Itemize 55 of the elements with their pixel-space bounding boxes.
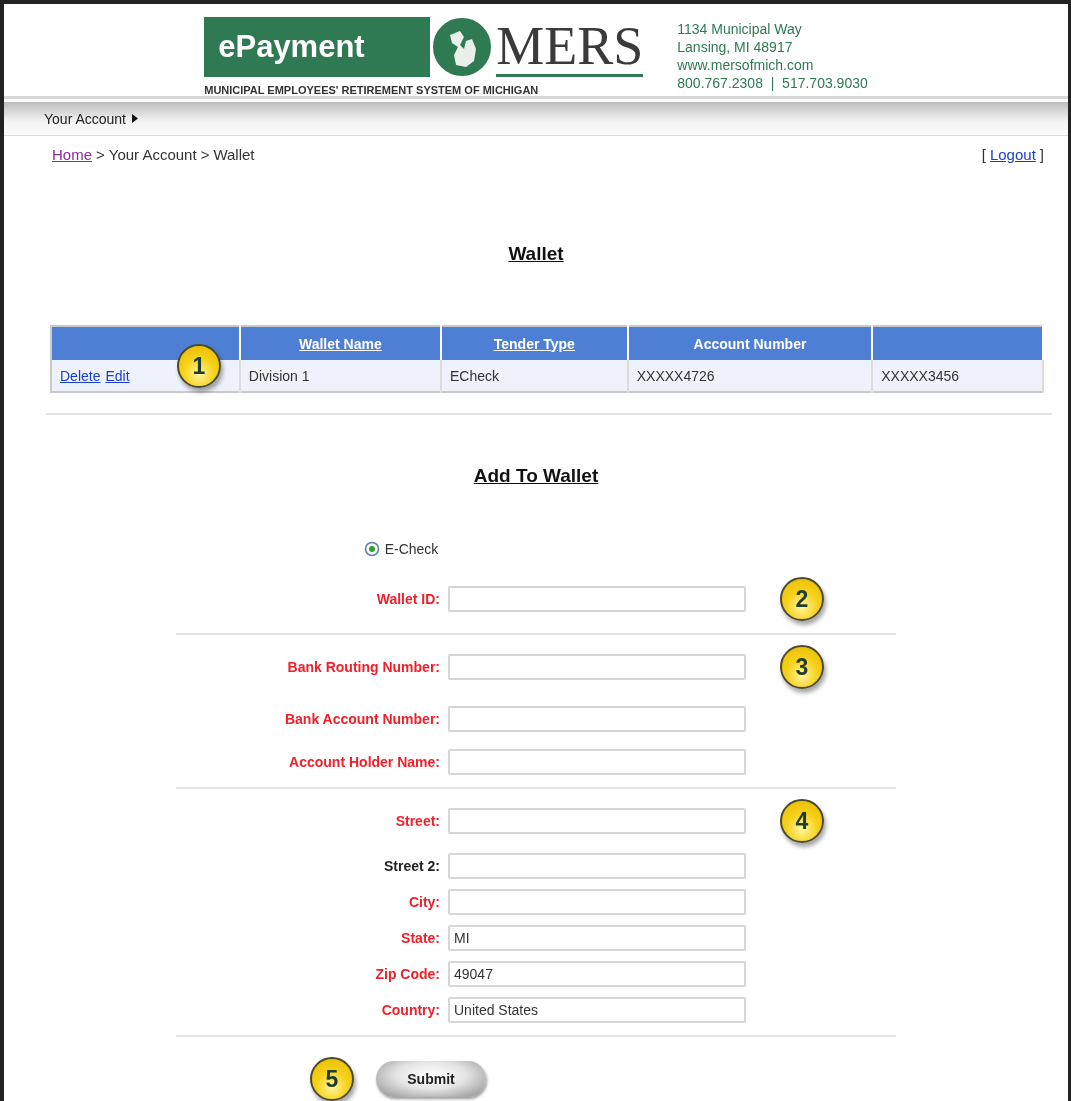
column-header[interactable]: Tender Type — [440, 326, 628, 360]
logout-link[interactable]: Logout — [989, 146, 1036, 163]
field-label: Wallet ID: — [375, 591, 440, 607]
brand-name: MERS — [496, 17, 644, 77]
bracket-text: [ — [981, 146, 986, 163]
field-label: Bank Routing Number: — [286, 659, 440, 675]
input-field[interactable] — [448, 808, 746, 834]
input-field[interactable] — [448, 749, 746, 775]
field-label: Account Holder Name: — [288, 754, 440, 770]
field-label: Country: — [380, 1002, 440, 1018]
field-label: Street 2: — [382, 858, 440, 874]
contact-line: Lansing, MI 48917 — [677, 38, 794, 56]
input-field[interactable]: MI — [448, 925, 746, 951]
radio-option[interactable]: E-Check — [363, 539, 439, 559]
input-field[interactable] — [448, 654, 746, 680]
input-field[interactable]: 49047 — [448, 961, 746, 987]
logo-wordmark: ePayment — [204, 17, 431, 77]
field-label: State: — [400, 930, 440, 946]
menu-item[interactable]: Your Account — [44, 110, 138, 127]
radio-icon[interactable] — [363, 541, 380, 557]
section-title: Wallet — [508, 243, 564, 265]
contact-line: 1134 Municipal Way — [677, 20, 803, 38]
callout-badge: 4 — [780, 799, 824, 843]
action-link[interactable]: Edit — [105, 367, 130, 384]
callout-badge: 2 — [780, 577, 824, 621]
callout-badge: 5 — [310, 1057, 354, 1101]
input-field[interactable] — [448, 706, 746, 732]
field-label: Bank Account Number: — [283, 711, 440, 727]
contact-line: 800.767.2308 | 517.703.9030 — [677, 74, 868, 92]
action-link[interactable]: Delete — [60, 367, 101, 384]
field-label: Zip Code: — [374, 966, 440, 982]
field-label: Street: — [394, 813, 440, 829]
tagline: MUNICIPAL EMPLOYEES' RETIREMENT SYSTEM OF MICHIGAN — [204, 84, 539, 96]
input-field[interactable] — [448, 889, 746, 915]
input-field[interactable] — [448, 853, 746, 879]
breadcrumb-separator: > — [96, 146, 105, 163]
caret-icon — [132, 114, 138, 123]
bracket-text: ] — [1039, 146, 1044, 163]
breadcrumb-item: Your Account — [108, 146, 197, 163]
breadcrumb-link[interactable]: Home — [52, 146, 92, 163]
column-header: Account Number — [627, 326, 873, 360]
column-header[interactable]: Wallet Name — [239, 326, 441, 360]
breadcrumb-item: Wallet — [213, 146, 255, 163]
table-cell: XXXXX3456 — [872, 360, 1043, 392]
table-cell: XXXXX4726 — [627, 360, 873, 392]
breadcrumb-separator: > — [200, 146, 210, 163]
table-cell: Division 1 — [239, 360, 441, 392]
section-title: Add To Wallet — [473, 465, 599, 487]
table-cell: ECheck — [440, 360, 628, 392]
input-field[interactable] — [448, 586, 746, 612]
field-label: City: — [407, 894, 440, 910]
contact-line: www.mersofmich.com — [677, 56, 815, 74]
input-field[interactable]: United States — [448, 997, 746, 1023]
submit-button[interactable]: Submit — [376, 1061, 486, 1097]
callout-badge: 3 — [780, 645, 824, 689]
